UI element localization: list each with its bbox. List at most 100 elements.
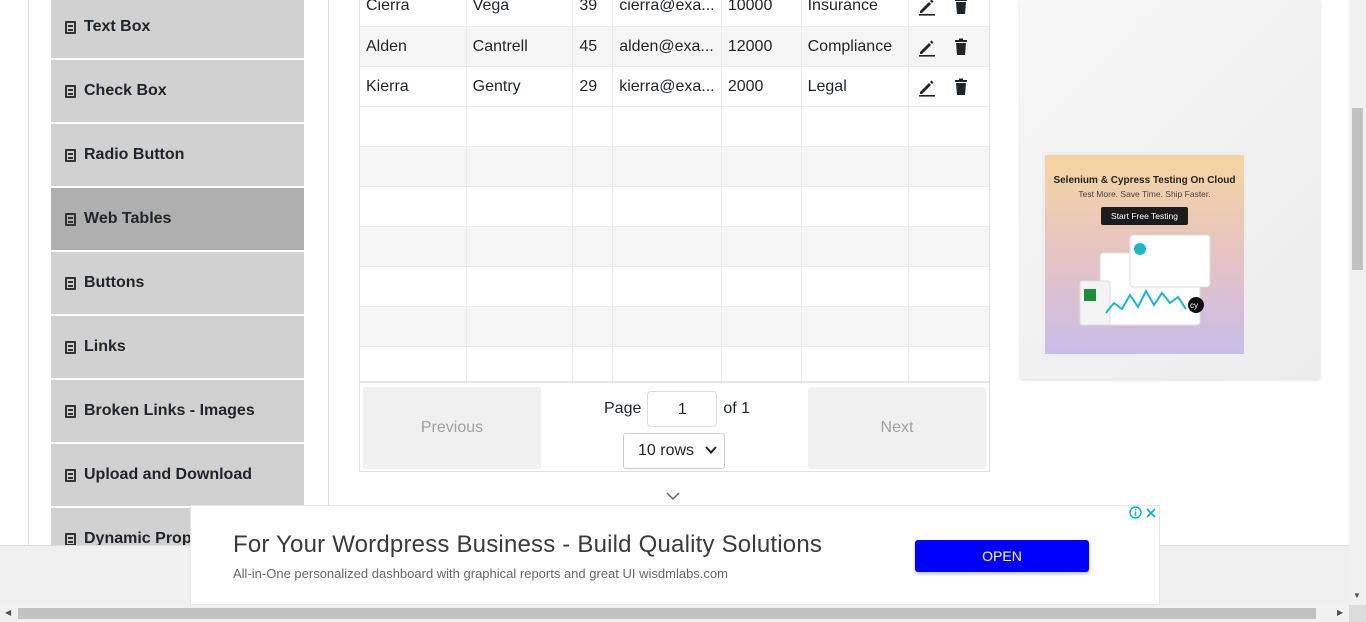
close-icon[interactable]: [1143, 505, 1159, 520]
table-row: Kierra Gentry 29 kierra@exa... 2000 Lega…: [360, 67, 989, 107]
vertical-scrollbar[interactable]: ▼: [1349, 0, 1366, 605]
cell-action: [909, 67, 989, 106]
sidebar-item-label: Text Box: [84, 18, 151, 35]
svg-text:cy: cy: [1190, 301, 1198, 310]
previous-button[interactable]: Previous: [363, 387, 541, 469]
cell-action: [909, 27, 989, 66]
right-advertisement[interactable]: Selenium & Cypress Testing On Cloud Test…: [1020, 0, 1320, 379]
next-button[interactable]: Next: [808, 387, 986, 469]
page-number-input[interactable]: 1: [647, 391, 718, 427]
list-icon: [65, 20, 76, 34]
list-icon: [65, 468, 76, 482]
banner-subtitle: All-in-One personalized dashboard with g…: [233, 566, 728, 581]
cell-age: 45: [573, 27, 614, 66]
list-icon: [65, 340, 76, 354]
rows-per-page-value: 10 rows: [638, 442, 695, 459]
sidebar-item-radio-button[interactable]: Radio Button: [51, 124, 304, 186]
banner-open-button[interactable]: OPEN: [915, 540, 1089, 572]
cell-age: 39: [573, 0, 614, 26]
bottom-ad-banner[interactable]: For Your Wordpress Business - Build Qual…: [190, 505, 1160, 605]
horizontal-scroll-thumb[interactable]: [18, 608, 1316, 619]
cell-department: Legal: [802, 67, 910, 106]
sidebar-item-web-tables[interactable]: Web Tables: [51, 188, 304, 250]
scroll-left-arrow[interactable]: ◀: [5, 608, 11, 617]
ad-choices: [1127, 505, 1159, 520]
cell-action: [909, 0, 989, 26]
dashboard-illustration: cy: [1079, 234, 1210, 326]
cell-last-name: Cantrell: [467, 27, 574, 66]
sidebar-menu: Text Box Check Box Radio Button Web Tabl…: [51, 0, 304, 572]
list-icon: [65, 276, 76, 290]
page-label: Page: [604, 400, 642, 417]
page-info: Page 1 of 1: [604, 391, 750, 427]
chevron-down-icon: [705, 446, 717, 454]
left-divider: [28, 0, 29, 545]
page: Text Box Check Box Radio Button Web Tabl…: [0, 0, 1366, 622]
cell-email: cierra@exa...: [613, 0, 722, 26]
cell-salary: 2000: [722, 67, 802, 106]
cell-email: kierra@exa...: [613, 67, 722, 106]
scroll-right-arrow[interactable]: ▶: [1337, 608, 1343, 617]
content-divider: [328, 0, 329, 505]
horizontal-scrollbar[interactable]: ◀ ▶: [0, 605, 1349, 622]
list-icon: [65, 212, 76, 226]
ad-title: Selenium & Cypress Testing On Cloud: [1053, 175, 1236, 186]
sidebar-item-label: Broken Links - Images: [84, 402, 255, 419]
sidebar-item-check-box[interactable]: Check Box: [51, 60, 304, 122]
scrollbar-corner: [1349, 605, 1366, 622]
page-total: of 1: [723, 400, 751, 417]
sidebar-item-buttons[interactable]: Buttons: [51, 252, 304, 314]
list-icon: [65, 532, 76, 546]
sidebar-item-label: Links: [84, 338, 126, 355]
sidebar-item-text-box[interactable]: Text Box: [51, 0, 304, 58]
email-text: alden@exa...: [619, 37, 714, 55]
edit-icon[interactable]: [917, 0, 937, 16]
email-text: kierra@exa...: [619, 77, 715, 95]
sidebar-item-label: Web Tables: [84, 210, 172, 227]
cell-department: Compliance: [802, 27, 910, 66]
scroll-down-arrow[interactable]: ▼: [1353, 591, 1361, 600]
cell-last-name: Gentry: [467, 67, 574, 106]
cell-department: Insurance: [802, 0, 910, 26]
empty-row: [360, 227, 989, 267]
ad-cta-button[interactable]: Start Free Testing: [1101, 207, 1188, 225]
sidebar-item-label: Radio Button: [84, 146, 185, 163]
cell-last-name: Vega: [467, 0, 574, 26]
empty-row: [360, 267, 989, 307]
sidebar-item-label: Check Box: [84, 82, 167, 99]
email-text: cierra@exa...: [619, 0, 715, 14]
cell-first-name: Kierra: [360, 67, 467, 106]
ad-subtitle: Test More. Save Time. Ship Faster.: [1078, 189, 1211, 199]
rows-per-page-select[interactable]: 10 rows: [623, 433, 725, 469]
cell-salary: 10000: [722, 0, 802, 26]
list-icon: [65, 148, 76, 162]
delete-icon[interactable]: [951, 37, 971, 57]
empty-row: [360, 107, 989, 147]
cell-age: 29: [573, 67, 614, 106]
ad-card[interactable]: Selenium & Cypress Testing On Cloud Test…: [1042, 152, 1247, 357]
cell-salary: 12000: [722, 27, 802, 66]
delete-icon[interactable]: [951, 77, 971, 97]
banner-title[interactable]: For Your Wordpress Business - Build Qual…: [233, 531, 822, 559]
pagination-bar: Previous Page 1 of 1 10 rows Next: [360, 381, 989, 471]
empty-row: [360, 307, 989, 347]
cell-first-name: Cierra: [360, 0, 467, 26]
chevron-down-icon[interactable]: [666, 491, 680, 501]
cell-first-name: Alden: [360, 27, 467, 66]
web-table: Cierra Vega 39 cierra@exa... 10000 Insur…: [359, 0, 990, 472]
edit-icon[interactable]: [917, 77, 937, 97]
sidebar-item-label: Upload and Download: [84, 466, 252, 483]
list-icon: [65, 84, 76, 98]
empty-row: [360, 147, 989, 187]
table-row: Cierra Vega 39 cierra@exa... 10000 Insur…: [360, 0, 989, 27]
vertical-scroll-thumb[interactable]: [1352, 108, 1363, 270]
table-body: Cierra Vega 39 cierra@exa... 10000 Insur…: [360, 0, 989, 387]
cell-email: alden@exa...: [613, 27, 722, 66]
info-icon[interactable]: [1127, 505, 1143, 520]
edit-icon[interactable]: [917, 37, 937, 57]
sidebar-item-label: Buttons: [84, 274, 145, 291]
sidebar-item-broken-links[interactable]: Broken Links - Images: [51, 380, 304, 442]
sidebar-item-upload-download[interactable]: Upload and Download: [51, 444, 304, 506]
delete-icon[interactable]: [951, 0, 971, 16]
sidebar-item-links[interactable]: Links: [51, 316, 304, 378]
